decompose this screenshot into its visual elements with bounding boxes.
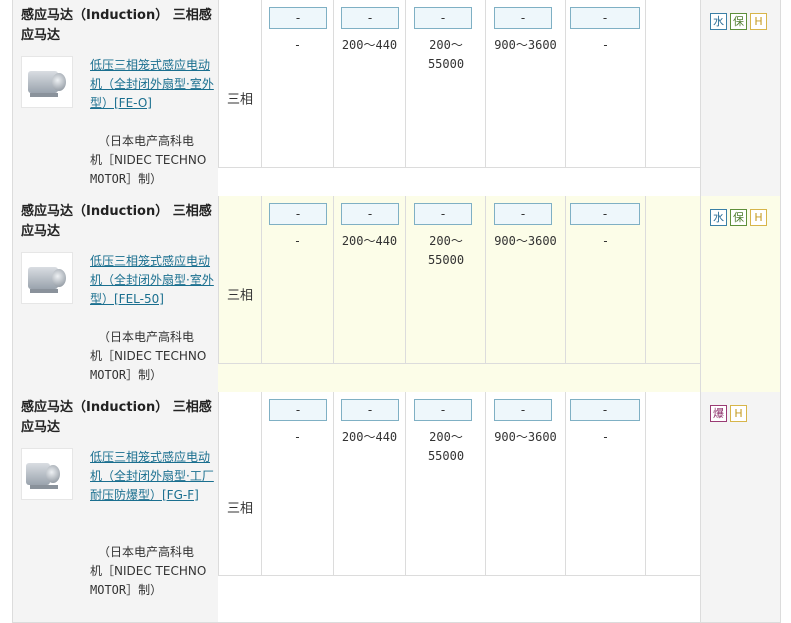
speed-value: 900～3600	[494, 430, 557, 444]
h-class-icon: H	[750, 209, 767, 226]
feature-icons-cell: 爆H	[700, 392, 780, 622]
product-image[interactable]	[21, 448, 73, 500]
h-class-icon: H	[750, 13, 767, 30]
manufacturer-line: （日本电产高科电	[98, 545, 195, 559]
table-row: 感应马达（Induction） 三相感应马达 低压三相笼式感应电动机（全封闭外扇…	[12, 392, 781, 623]
output-button[interactable]: -	[414, 7, 472, 29]
option-value: -	[601, 234, 610, 248]
voltage-value: 200～440	[341, 38, 398, 52]
explosion-proof-icon: 爆	[710, 405, 727, 422]
voltage-button[interactable]: -	[341, 203, 399, 225]
h-class-icon: H	[730, 405, 747, 422]
product-title: 感应马达（Induction） 三相感应马达	[21, 8, 212, 43]
output-value: 200～55000	[427, 38, 465, 71]
voltage-value: 200～440	[341, 234, 398, 248]
feature-icons-cell: 水保H	[700, 196, 780, 392]
spec-button[interactable]: -	[269, 399, 327, 421]
speed-value: 900～3600	[494, 38, 557, 52]
spec-value: -	[293, 234, 302, 248]
spec-value: -	[293, 430, 302, 444]
protection-icon: 保	[730, 209, 747, 226]
phase-label: 三相	[226, 501, 253, 517]
speed-button[interactable]: -	[494, 7, 552, 29]
output-button[interactable]: -	[414, 399, 472, 421]
protection-icon: 保	[730, 13, 747, 30]
waterproof-icon: 水	[710, 13, 727, 30]
product-link[interactable]: 低压三相笼式感应电动机（全封闭外扇型·工厂耐压防爆型）[FG-F]	[90, 448, 215, 505]
product-link[interactable]: 低压三相笼式感应电动机（全封闭外扇型·室外型）[FE-O]	[90, 56, 215, 113]
product-image[interactable]	[21, 252, 73, 304]
voltage-button[interactable]: -	[341, 399, 399, 421]
waterproof-icon: 水	[710, 209, 727, 226]
manufacturer-line: 机［NIDEC TECHNO	[90, 349, 207, 363]
manufacturer-line: MOTOR］制）	[90, 172, 163, 186]
manufacturer-line: MOTOR］制）	[90, 583, 163, 597]
speed-value: 900～3600	[494, 234, 557, 248]
feature-icons-cell: 水保H	[700, 0, 780, 196]
table-row: 感应马达（Induction） 三相感应马达 低压三相笼式感应电动机（全封闭外扇…	[12, 196, 781, 393]
manufacturer-line: 机［NIDEC TECHNO	[90, 564, 207, 578]
option-button[interactable]: -	[570, 203, 640, 225]
option-button[interactable]: -	[570, 7, 640, 29]
manufacturer-line: （日本电产高科电	[98, 330, 195, 344]
option-value: -	[601, 38, 610, 52]
product-title: 感应马达（Induction） 三相感应马达	[21, 400, 212, 435]
product-link[interactable]: 低压三相笼式感应电动机（全封闭外扇型·室外型）[FEL-50]	[90, 252, 215, 309]
spec-value: -	[293, 38, 302, 52]
row-footer	[218, 575, 700, 622]
product-name-cell: 感应马达（Induction） 三相感应马达 低压三相笼式感应电动机（全封闭外扇…	[12, 0, 218, 196]
row-footer	[218, 167, 700, 196]
output-button[interactable]: -	[414, 203, 472, 225]
spec-button[interactable]: -	[269, 203, 327, 225]
manufacturer-line: 机［NIDEC TECHNO	[90, 153, 207, 167]
option-value: -	[601, 430, 610, 444]
manufacturer-note: （日本电产高科电 机［NIDEC TECHNO MOTOR］制）	[90, 328, 215, 385]
product-image[interactable]	[21, 56, 73, 108]
output-value: 200～55000	[427, 430, 465, 463]
product-name-cell: 感应马达（Induction） 三相感应马达 低压三相笼式感应电动机（全封闭外扇…	[12, 196, 218, 392]
product-name-cell: 感应马达（Induction） 三相感应马达 低压三相笼式感应电动机（全封闭外扇…	[12, 392, 218, 622]
phase-label: 三相	[226, 288, 253, 304]
voltage-button[interactable]: -	[341, 7, 399, 29]
manufacturer-line: MOTOR］制）	[90, 368, 163, 382]
speed-button[interactable]: -	[494, 203, 552, 225]
product-title: 感应马达（Induction） 三相感应马达	[21, 204, 212, 239]
table-row: 感应马达（Induction） 三相感应马达 低压三相笼式感应电动机（全封闭外扇…	[12, 0, 781, 197]
output-value: 200～55000	[427, 234, 465, 267]
manufacturer-note: （日本电产高科电 机［NIDEC TECHNO MOTOR］制）	[90, 132, 215, 189]
speed-button[interactable]: -	[494, 399, 552, 421]
spec-button[interactable]: -	[269, 7, 327, 29]
voltage-value: 200～440	[341, 430, 398, 444]
option-button[interactable]: -	[570, 399, 640, 421]
row-footer	[218, 363, 700, 392]
phase-label: 三相	[226, 92, 253, 108]
manufacturer-note: （日本电产高科电 机［NIDEC TECHNO MOTOR］制）	[90, 543, 215, 600]
manufacturer-line: （日本电产高科电	[98, 134, 195, 148]
